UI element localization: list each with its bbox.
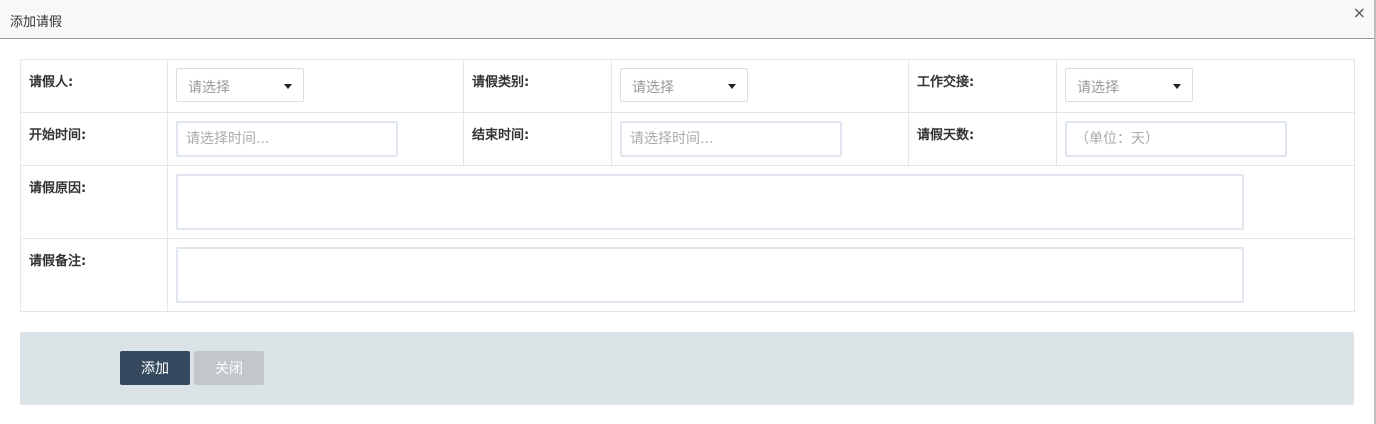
- leave-type-label: 请假类别:: [463, 59, 612, 113]
- end-time-input[interactable]: [620, 121, 842, 157]
- add-leave-dialog: 添加请假 × 请假人: 请选择 请假类别: 请选择 工作交接: 请选择 开始时间…: [0, 0, 1376, 424]
- remark-textarea[interactable]: [176, 247, 1244, 303]
- applicant-label: 请假人:: [20, 59, 168, 113]
- applicant-select-value: 请选择: [188, 80, 230, 96]
- form-footer: 添加 关闭: [20, 332, 1354, 405]
- leave-days-label: 请假天数:: [908, 112, 1057, 166]
- caret-down-icon: [728, 84, 736, 89]
- handover-label: 工作交接:: [908, 59, 1057, 113]
- caret-down-icon: [284, 84, 292, 89]
- handover-select-value: 请选择: [1077, 80, 1119, 96]
- close-icon[interactable]: ×: [1353, 4, 1366, 22]
- caret-down-icon: [1173, 84, 1181, 89]
- applicant-select[interactable]: 请选择: [176, 68, 304, 102]
- reason-label: 请假原因:: [20, 165, 168, 239]
- leave-type-select[interactable]: 请选择: [620, 68, 748, 102]
- dialog-title: 添加请假: [10, 15, 63, 30]
- end-time-label: 结束时间:: [463, 112, 612, 166]
- handover-select[interactable]: 请选择: [1065, 68, 1193, 102]
- remark-label: 请假备注:: [20, 238, 168, 312]
- reason-textarea[interactable]: [176, 174, 1244, 230]
- start-time-input[interactable]: [176, 121, 398, 157]
- close-button[interactable]: 关闭: [194, 351, 264, 385]
- start-time-label: 开始时间:: [20, 112, 168, 166]
- leave-days-input[interactable]: [1065, 121, 1287, 157]
- add-button[interactable]: 添加: [120, 351, 190, 385]
- leave-form-table: 请假人: 请选择 请假类别: 请选择 工作交接: 请选择 开始时间: 请选择时间…: [20, 59, 1355, 312]
- leave-type-select-value: 请选择: [632, 80, 674, 96]
- dialog-titlebar: 添加请假 ×: [0, 0, 1374, 39]
